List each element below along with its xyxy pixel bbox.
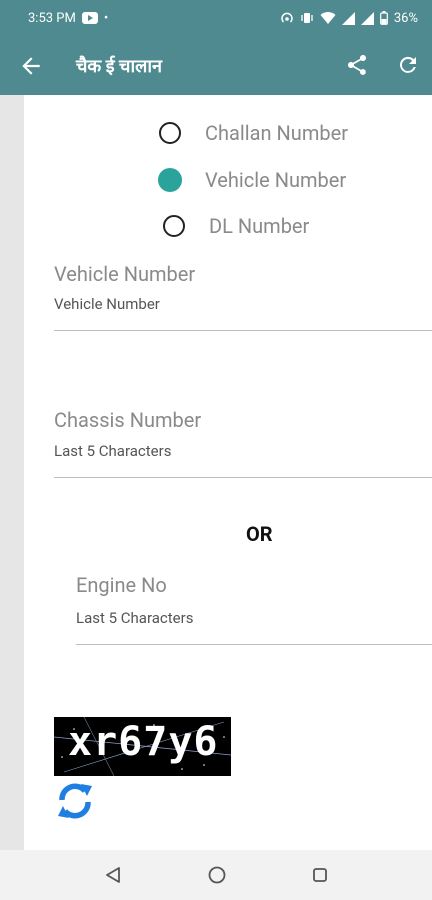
nav-recents-icon[interactable]: [310, 865, 330, 885]
battery-icon: [379, 11, 388, 25]
vehicle-number-input[interactable]: [54, 294, 432, 314]
engine-number-field: Engine No: [76, 573, 432, 645]
radio-unchecked-icon[interactable]: [159, 122, 181, 144]
page-title: चैक ई चालान: [76, 56, 162, 77]
captcha-refresh-icon[interactable]: [54, 780, 96, 822]
app-screen: 3:53 PM • 36% चैक ई चालान Challan Number…: [0, 0, 432, 900]
radio-challan-number[interactable]: Challan Number: [159, 121, 348, 145]
radio-vehicle-number[interactable]: Vehicle Number: [158, 168, 346, 192]
nav-home-icon[interactable]: [207, 865, 227, 885]
radio-label: Vehicle Number: [205, 168, 347, 192]
status-time: 3:53 PM: [28, 10, 76, 26]
nav-back-icon[interactable]: [103, 865, 123, 885]
radio-checked-icon[interactable]: [158, 168, 182, 192]
radio-label: Challan Number: [205, 121, 348, 145]
youtube-icon: [81, 12, 98, 24]
status-right: 36%: [280, 11, 418, 26]
chassis-number-label: Chassis Number: [54, 408, 202, 432]
field-underline: [54, 477, 432, 478]
battery-percent: 36%: [393, 10, 418, 26]
captcha-text: xr67y6: [68, 719, 219, 765]
vibrate-icon: [300, 11, 314, 25]
radio-unchecked-icon[interactable]: [163, 215, 185, 237]
signal-icon: [360, 11, 374, 25]
app-bar: चैक ई चालान: [0, 36, 432, 95]
engine-number-label: Engine No: [76, 573, 167, 597]
chassis-number-field: Chassis Number: [54, 408, 432, 478]
field-underline: [54, 330, 432, 331]
back-arrow-icon[interactable]: [18, 53, 44, 79]
vehicle-number-label: Vehicle Number: [54, 262, 196, 286]
status-bar: 3:53 PM • 36%: [0, 0, 432, 36]
share-icon[interactable]: [345, 53, 369, 77]
radio-label: DL Number: [209, 214, 310, 238]
signal-icon: [341, 11, 355, 25]
vehicle-number-field: Vehicle Number: [54, 262, 432, 331]
system-nav-bar: [0, 850, 432, 900]
radio-dl-number[interactable]: DL Number: [163, 214, 309, 238]
hotspot-icon: [280, 11, 294, 25]
wifi-icon: [320, 11, 336, 25]
chassis-number-input[interactable]: [54, 441, 432, 461]
engine-number-input[interactable]: [76, 608, 432, 628]
status-dot: •: [103, 10, 109, 26]
status-left: 3:53 PM •: [28, 11, 108, 26]
left-gutter: [0, 95, 24, 850]
field-underline: [76, 644, 432, 645]
or-separator: OR: [246, 522, 273, 546]
captcha-image: xr67y6: [54, 717, 231, 776]
refresh-icon[interactable]: [396, 53, 420, 77]
